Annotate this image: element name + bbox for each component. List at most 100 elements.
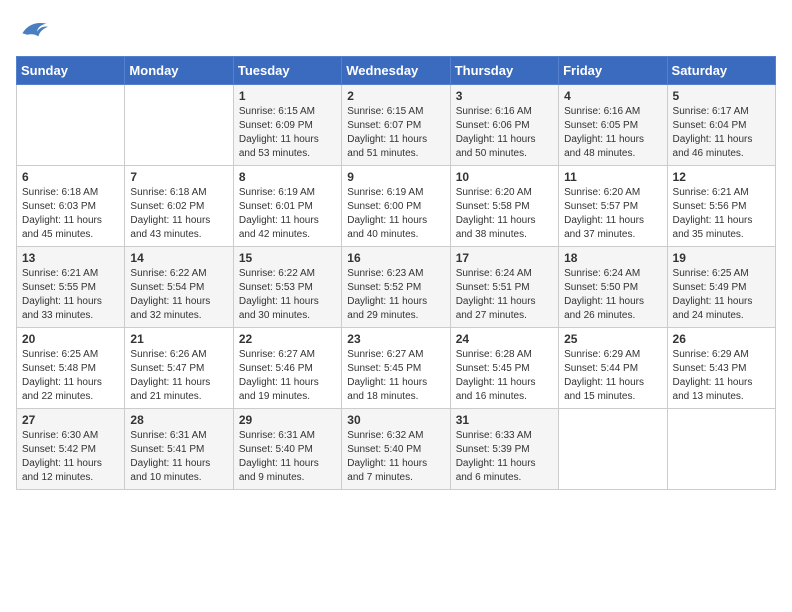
day-number: 5	[673, 89, 770, 103]
day-number: 1	[239, 89, 336, 103]
day-number: 15	[239, 251, 336, 265]
day-number: 13	[22, 251, 119, 265]
calendar-cell: 15 Sunrise: 6:22 AMSunset: 5:53 PMDayligh…	[233, 247, 341, 328]
day-number: 29	[239, 413, 336, 427]
day-info: Sunrise: 6:25 AMSunset: 5:49 PMDaylight:…	[673, 267, 770, 323]
weekday-header-cell: Monday	[125, 57, 233, 85]
day-info: Sunrise: 6:28 AMSunset: 5:45 PMDaylight:…	[456, 348, 553, 404]
day-number: 10	[456, 170, 553, 184]
calendar-cell: 7 Sunrise: 6:18 AMSunset: 6:02 PMDaylight…	[125, 166, 233, 247]
weekday-header-cell: Friday	[559, 57, 667, 85]
day-info: Sunrise: 6:22 AMSunset: 5:53 PMDaylight:…	[239, 267, 336, 323]
calendar-cell: 4Sunrise: 6:16 AMSunset: 6:05 PMDaylight…	[559, 85, 667, 166]
calendar-cell: 1Sunrise: 6:15 AMSunset: 6:09 PMDaylight…	[233, 85, 341, 166]
calendar-cell: 10 Sunrise: 6:20 AMSunset: 5:58 PMDayligh…	[450, 166, 558, 247]
calendar-cell: 12 Sunrise: 6:21 AMSunset: 5:56 PMDayligh…	[667, 166, 775, 247]
day-info: Sunrise: 6:21 AMSunset: 5:55 PMDaylight:…	[22, 267, 119, 323]
day-number: 23	[347, 332, 444, 346]
day-number: 8	[239, 170, 336, 184]
day-number: 19	[673, 251, 770, 265]
calendar-cell: 19 Sunrise: 6:25 AMSunset: 5:49 PMDayligh…	[667, 247, 775, 328]
weekday-header-cell: Sunday	[17, 57, 125, 85]
day-info: Sunrise: 6:18 AMSunset: 6:02 PMDaylight:…	[130, 186, 227, 242]
weekday-header-cell: Saturday	[667, 57, 775, 85]
day-info: Sunrise: 6:18 AMSunset: 6:03 PMDaylight:…	[22, 186, 119, 242]
day-number: 27	[22, 413, 119, 427]
calendar-cell: 26 Sunrise: 6:29 AMSunset: 5:43 PMDayligh…	[667, 328, 775, 409]
day-info: Sunrise: 6:19 AMSunset: 6:00 PMDaylight:…	[347, 186, 444, 242]
day-info: Sunrise: 6:30 AMSunset: 5:42 PMDaylight:…	[22, 429, 119, 485]
calendar-week-row: 6 Sunrise: 6:18 AMSunset: 6:03 PMDaylight…	[17, 166, 776, 247]
calendar-cell: 9 Sunrise: 6:19 AMSunset: 6:00 PMDaylight…	[342, 166, 450, 247]
calendar-cell: 30 Sunrise: 6:32 AMSunset: 5:40 PMDayligh…	[342, 409, 450, 490]
calendar-cell: 21Sunrise: 6:26 AMSunset: 5:47 PMDayligh…	[125, 328, 233, 409]
day-info: Sunrise: 6:27 AMSunset: 5:45 PMDaylight:…	[347, 348, 444, 404]
calendar-cell: 5 Sunrise: 6:17 AMSunset: 6:04 PMDaylight…	[667, 85, 775, 166]
calendar-body: 1Sunrise: 6:15 AMSunset: 6:09 PMDaylight…	[17, 85, 776, 490]
calendar-cell	[17, 85, 125, 166]
day-number: 4	[564, 89, 661, 103]
day-number: 31	[456, 413, 553, 427]
day-number: 16	[347, 251, 444, 265]
day-number: 26	[673, 332, 770, 346]
day-info: Sunrise: 6:31 AMSunset: 5:41 PMDaylight:…	[130, 429, 227, 485]
calendar-week-row: 13 Sunrise: 6:21 AMSunset: 5:55 PMDayligh…	[17, 247, 776, 328]
day-info: Sunrise: 6:25 AMSunset: 5:48 PMDaylight:…	[22, 348, 119, 404]
day-number: 18	[564, 251, 661, 265]
weekday-header-cell: Wednesday	[342, 57, 450, 85]
logo	[16, 16, 52, 44]
day-info: Sunrise: 6:29 AMSunset: 5:44 PMDaylight:…	[564, 348, 661, 404]
day-number: 7	[130, 170, 227, 184]
day-info: Sunrise: 6:19 AMSunset: 6:01 PMDaylight:…	[239, 186, 336, 242]
calendar-cell: 13 Sunrise: 6:21 AMSunset: 5:55 PMDayligh…	[17, 247, 125, 328]
calendar-cell: 2 Sunrise: 6:15 AMSunset: 6:07 PMDaylight…	[342, 85, 450, 166]
calendar: SundayMondayTuesdayWednesdayThursdayFrid…	[16, 56, 776, 490]
day-number: 30	[347, 413, 444, 427]
day-info: Sunrise: 6:32 AMSunset: 5:40 PMDaylight:…	[347, 429, 444, 485]
day-info: Sunrise: 6:27 AMSunset: 5:46 PMDaylight:…	[239, 348, 336, 404]
day-info: Sunrise: 6:17 AMSunset: 6:04 PMDaylight:…	[673, 105, 770, 161]
day-info: Sunrise: 6:24 AMSunset: 5:50 PMDaylight:…	[564, 267, 661, 323]
calendar-cell: 6 Sunrise: 6:18 AMSunset: 6:03 PMDaylight…	[17, 166, 125, 247]
day-info: Sunrise: 6:33 AMSunset: 5:39 PMDaylight:…	[456, 429, 553, 485]
logo-icon	[16, 16, 48, 44]
day-number: 21	[130, 332, 227, 346]
calendar-cell: 31 Sunrise: 6:33 AMSunset: 5:39 PMDayligh…	[450, 409, 558, 490]
calendar-cell: 20 Sunrise: 6:25 AMSunset: 5:48 PMDayligh…	[17, 328, 125, 409]
day-info: Sunrise: 6:21 AMSunset: 5:56 PMDaylight:…	[673, 186, 770, 242]
day-number: 12	[673, 170, 770, 184]
day-number: 17	[456, 251, 553, 265]
calendar-cell: 29Sunrise: 6:31 AMSunset: 5:40 PMDayligh…	[233, 409, 341, 490]
weekday-header-row: SundayMondayTuesdayWednesdayThursdayFrid…	[17, 57, 776, 85]
day-number: 9	[347, 170, 444, 184]
calendar-cell: 18 Sunrise: 6:24 AMSunset: 5:50 PMDayligh…	[559, 247, 667, 328]
day-number: 2	[347, 89, 444, 103]
calendar-cell: 8 Sunrise: 6:19 AMSunset: 6:01 PMDaylight…	[233, 166, 341, 247]
calendar-cell: 27 Sunrise: 6:30 AMSunset: 5:42 PMDayligh…	[17, 409, 125, 490]
day-info: Sunrise: 6:29 AMSunset: 5:43 PMDaylight:…	[673, 348, 770, 404]
day-number: 20	[22, 332, 119, 346]
calendar-cell	[125, 85, 233, 166]
calendar-cell: 11Sunrise: 6:20 AMSunset: 5:57 PMDayligh…	[559, 166, 667, 247]
day-number: 6	[22, 170, 119, 184]
calendar-cell: 16 Sunrise: 6:23 AMSunset: 5:52 PMDayligh…	[342, 247, 450, 328]
calendar-cell: 22Sunrise: 6:27 AMSunset: 5:46 PMDayligh…	[233, 328, 341, 409]
calendar-cell: 24 Sunrise: 6:28 AMSunset: 5:45 PMDayligh…	[450, 328, 558, 409]
calendar-cell: 14 Sunrise: 6:22 AMSunset: 5:54 PMDayligh…	[125, 247, 233, 328]
day-info: Sunrise: 6:24 AMSunset: 5:51 PMDaylight:…	[456, 267, 553, 323]
day-info: Sunrise: 6:23 AMSunset: 5:52 PMDaylight:…	[347, 267, 444, 323]
calendar-cell	[667, 409, 775, 490]
day-info: Sunrise: 6:16 AMSunset: 6:06 PMDaylight:…	[456, 105, 553, 161]
day-info: Sunrise: 6:20 AMSunset: 5:58 PMDaylight:…	[456, 186, 553, 242]
weekday-header-cell: Thursday	[450, 57, 558, 85]
weekday-header-cell: Tuesday	[233, 57, 341, 85]
calendar-cell: 28Sunrise: 6:31 AMSunset: 5:41 PMDayligh…	[125, 409, 233, 490]
day-number: 14	[130, 251, 227, 265]
calendar-cell: 25 Sunrise: 6:29 AMSunset: 5:44 PMDayligh…	[559, 328, 667, 409]
calendar-week-row: 27 Sunrise: 6:30 AMSunset: 5:42 PMDayligh…	[17, 409, 776, 490]
day-info: Sunrise: 6:15 AMSunset: 6:07 PMDaylight:…	[347, 105, 444, 161]
day-info: Sunrise: 6:22 AMSunset: 5:54 PMDaylight:…	[130, 267, 227, 323]
calendar-cell	[559, 409, 667, 490]
day-number: 25	[564, 332, 661, 346]
day-number: 24	[456, 332, 553, 346]
